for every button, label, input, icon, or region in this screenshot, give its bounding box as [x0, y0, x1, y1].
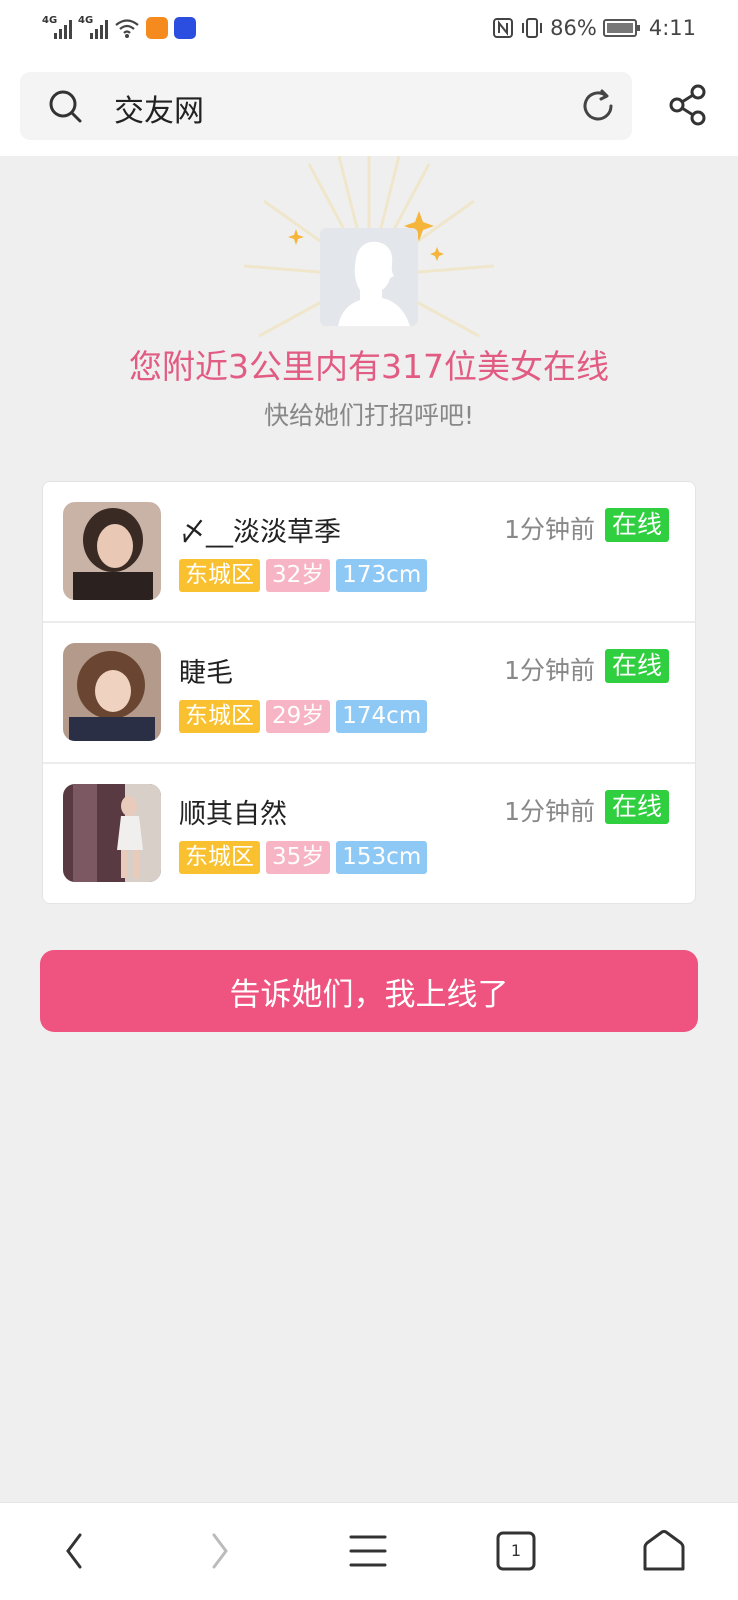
back-button[interactable] — [44, 1521, 104, 1581]
chevron-right-icon — [212, 1533, 228, 1569]
app-notification-icon-2 — [174, 17, 196, 39]
area-tag: 东城区 — [179, 841, 260, 874]
status-bar: 4G 4G 86% 4:11 — [0, 0, 738, 56]
forward-button[interactable] — [190, 1521, 250, 1581]
age-tag: 29岁 — [266, 700, 331, 733]
home-icon — [643, 1530, 685, 1571]
last-active-time: 1分钟前 — [504, 656, 595, 685]
go-online-button[interactable]: 告诉她们，我上线了 — [40, 950, 698, 1032]
app-notification-icon — [146, 17, 168, 39]
list-item[interactable]: 〆__淡淡草季 1分钟前 在线 东城区 32岁 173cm — [43, 482, 695, 623]
hero-title: 您附近3公里内有317位美女在线 — [129, 347, 609, 386]
home-button[interactable] — [634, 1521, 694, 1581]
chevron-left-icon — [66, 1533, 82, 1569]
battery-icon — [602, 19, 640, 37]
user-photo[interactable] — [63, 643, 161, 741]
last-active-time: 1分钟前 — [504, 515, 595, 544]
signal-icon: 4G — [42, 15, 72, 39]
user-list: 〆__淡淡草季 1分钟前 在线 东城区 32岁 173cm 睫毛 1分钟前 在线… — [42, 481, 696, 904]
menu-icon — [349, 1535, 387, 1567]
height-tag: 174cm — [336, 700, 428, 733]
signal-icon-2: 4G — [78, 15, 108, 39]
user-name: 顺其自然 — [179, 799, 287, 830]
list-item[interactable]: 顺其自然 1分钟前 在线 东城区 35岁 153cm — [43, 764, 695, 903]
search-bar[interactable]: 交友网 — [20, 72, 632, 140]
list-item[interactable]: 睫毛 1分钟前 在线 东城区 29岁 174cm — [43, 623, 695, 764]
person-silhouette-icon — [338, 241, 410, 326]
online-badge: 在线 — [604, 649, 669, 683]
user-photo[interactable] — [63, 502, 161, 600]
area-tag: 东城区 — [179, 700, 260, 733]
clock: 4:11 — [648, 16, 696, 40]
battery-percent: 86% — [550, 16, 597, 40]
search-query[interactable]: 交友网 — [114, 86, 204, 130]
height-tag: 173cm — [336, 559, 428, 592]
height-tag: 153cm — [336, 841, 428, 874]
status-right: 86% 4:11 — [492, 16, 696, 40]
user-photo[interactable] — [63, 784, 161, 882]
user-tags: 东城区 35岁 153cm — [179, 841, 428, 874]
bottom-nav: 1 — [0, 1502, 738, 1600]
network-type-label: 4G — [42, 15, 58, 26]
top-bar: 交友网 — [0, 56, 738, 156]
network-type-label-2: 4G — [78, 15, 94, 26]
user-tags: 东城区 29岁 174cm — [179, 700, 428, 733]
user-tags: 东城区 32岁 173cm — [179, 559, 428, 592]
hero-section: 您附近3公里内有317位美女在线 快给她们打招呼吧! — [0, 156, 738, 456]
online-badge: 在线 — [604, 790, 669, 824]
online-badge: 在线 — [604, 508, 669, 542]
refresh-icon[interactable] — [578, 86, 618, 126]
age-tag: 32岁 — [266, 559, 331, 592]
menu-button[interactable] — [338, 1521, 398, 1581]
vibrate-icon — [522, 18, 543, 38]
status-left: 4G 4G — [42, 15, 196, 39]
user-name: 睫毛 — [179, 658, 233, 689]
tabs-button[interactable]: 1 — [486, 1521, 546, 1581]
area-tag: 东城区 — [179, 559, 260, 592]
search-icon — [49, 90, 82, 123]
nfc-icon — [493, 18, 514, 38]
avatar-placeholder — [320, 228, 418, 326]
age-tag: 35岁 — [266, 841, 331, 874]
hero-subtitle: 快给她们打招呼吧! — [263, 401, 475, 430]
user-name: 〆__淡淡草季 — [179, 517, 341, 548]
wifi-icon — [115, 19, 139, 38]
tab-count: 1 — [510, 1541, 522, 1560]
share-icon[interactable] — [668, 84, 708, 126]
last-active-time: 1分钟前 — [504, 797, 595, 826]
